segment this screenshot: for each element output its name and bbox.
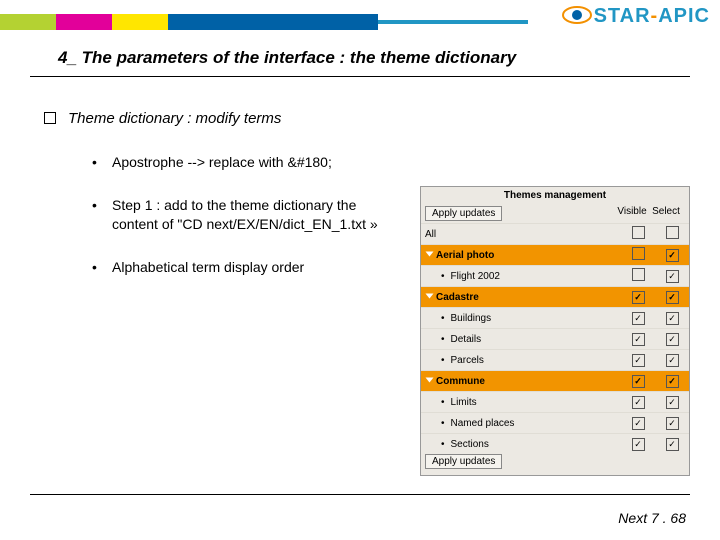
item-row[interactable]: Named places✓✓ [421, 412, 689, 433]
checkbox[interactable]: ✓ [655, 249, 689, 262]
footer-rule [30, 494, 690, 495]
slide-title: 4_ The parameters of the interface : the… [58, 48, 516, 68]
checkbox[interactable] [621, 268, 655, 284]
checkbox[interactable]: ✓ [621, 375, 655, 388]
page-number: Next 7 . 68 [618, 510, 686, 526]
checkbox[interactable]: ✓ [655, 291, 689, 304]
shot-title: Themes management [421, 187, 689, 204]
checkbox[interactable]: ✓ [621, 354, 655, 367]
checkbox[interactable]: ✓ [621, 396, 655, 409]
checkbox[interactable]: ✓ [655, 417, 689, 430]
list-item: Step 1 : add to the theme dictionary the… [92, 196, 402, 234]
column-headers: VisibleSelect [615, 204, 689, 217]
checkbox[interactable]: ✓ [655, 396, 689, 409]
checkbox[interactable]: ✓ [621, 417, 655, 430]
checkbox[interactable]: ✓ [655, 438, 689, 451]
list-item: Apostrophe --> replace with &#180; [92, 153, 402, 172]
checkbox[interactable]: ✓ [621, 312, 655, 325]
themes-screenshot: Themes management Apply updates VisibleS… [420, 186, 690, 476]
title-underline [30, 76, 690, 77]
category-row[interactable]: Aerial photo✓ [421, 244, 689, 265]
list-item: Alphabetical term display order [92, 258, 402, 277]
checkbox[interactable] [621, 247, 655, 263]
item-row[interactable]: Details✓✓ [421, 328, 689, 349]
bullet-list: Apostrophe --> replace with &#180; Step … [92, 153, 402, 277]
item-row[interactable]: Parcels✓✓ [421, 349, 689, 370]
tree-body: Aerial photo✓Flight 2002✓Cadastre✓✓Build… [421, 244, 689, 454]
checkbox[interactable]: ✓ [655, 375, 689, 388]
checkbox[interactable]: ✓ [621, 438, 655, 451]
brand-text: STAR-APIC [594, 6, 710, 26]
all-row[interactable]: All [421, 223, 689, 244]
checkbox[interactable] [621, 226, 655, 242]
checkbox[interactable]: ✓ [655, 270, 689, 283]
item-row[interactable]: Limits✓✓ [421, 391, 689, 412]
checkbox[interactable]: ✓ [621, 333, 655, 346]
apply-button-bottom[interactable]: Apply updates [425, 454, 502, 469]
item-row[interactable]: Flight 2002✓ [421, 265, 689, 286]
item-row[interactable]: Sections✓✓ [421, 433, 689, 454]
checkbox[interactable]: ✓ [655, 333, 689, 346]
checkbox[interactable] [655, 226, 689, 242]
category-row[interactable]: Cadastre✓✓ [421, 286, 689, 307]
checkbox[interactable]: ✓ [621, 291, 655, 304]
checkbox[interactable]: ✓ [655, 312, 689, 325]
checkbox[interactable]: ✓ [655, 354, 689, 367]
item-row[interactable]: Buildings✓✓ [421, 307, 689, 328]
category-row[interactable]: Commune✓✓ [421, 370, 689, 391]
apply-button-top[interactable]: Apply updates [425, 206, 502, 221]
brand-eye-icon [562, 0, 592, 30]
section-heading: Theme dictionary : modify terms [40, 110, 690, 127]
